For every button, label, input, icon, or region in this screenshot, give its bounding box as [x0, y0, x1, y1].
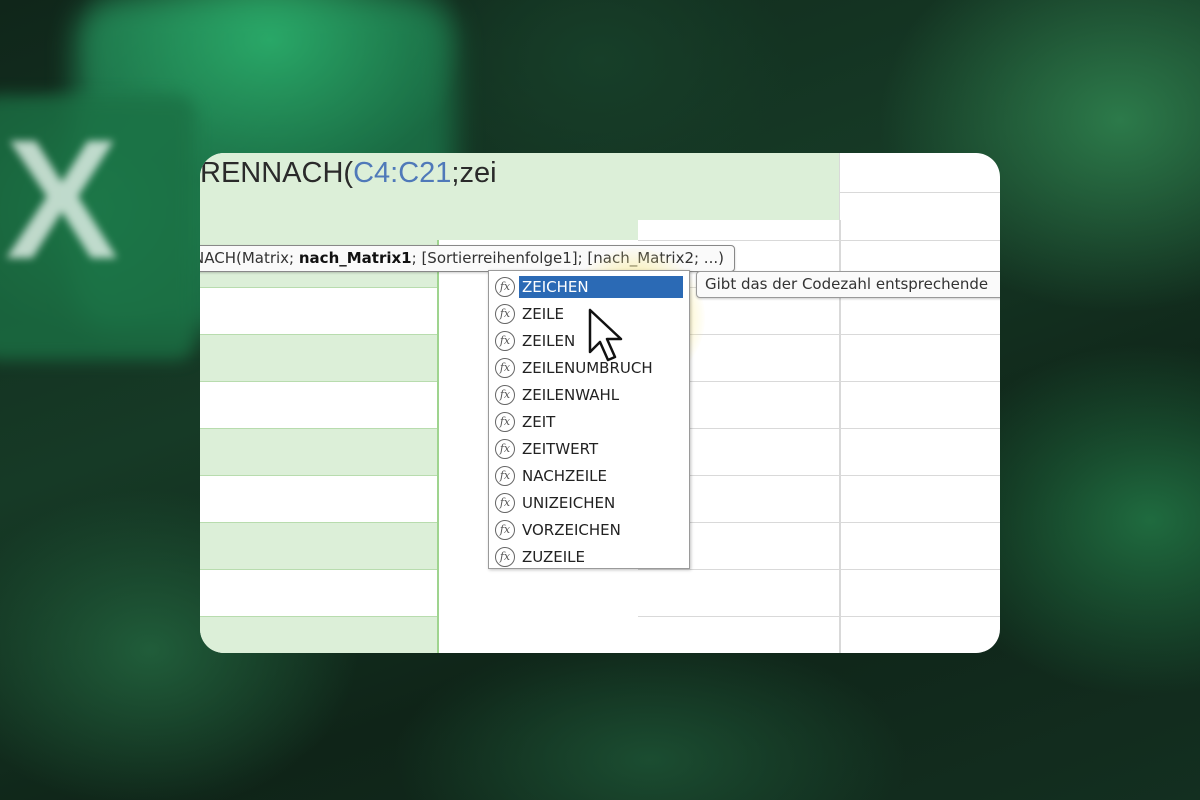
- spreadsheet-cell[interactable]: [200, 569, 437, 616]
- autocomplete-item-label: UNIZEICHEN: [522, 493, 616, 512]
- spreadsheet-cell[interactable]: [200, 428, 437, 475]
- grid-line-horizontal: [200, 287, 437, 288]
- grid-line-horizontal: [839, 192, 1000, 193]
- grid-line-horizontal: [200, 522, 437, 523]
- mouse-cursor-icon: [588, 308, 623, 362]
- grid-line-horizontal: [200, 616, 437, 617]
- function-icon: fx: [495, 276, 515, 297]
- autocomplete-item-label: ZEILENWAHL: [522, 385, 620, 404]
- autocomplete-item-label: ZEIT: [522, 412, 556, 431]
- grid-line-horizontal: [638, 475, 1000, 476]
- spreadsheet-cell[interactable]: [200, 381, 437, 428]
- grid-line-horizontal: [638, 428, 1000, 429]
- grid-line-horizontal: [638, 569, 1000, 570]
- function-icon: fx: [495, 519, 515, 540]
- grid-line-horizontal: [200, 334, 437, 335]
- spreadsheet-cell[interactable]: [200, 334, 437, 381]
- autocomplete-item-label: VORZEICHEN: [522, 520, 621, 539]
- autocomplete-item-label: ZEILEN: [522, 331, 576, 350]
- autocomplete-item-label: ZEICHEN: [519, 275, 683, 298]
- grid-line-horizontal: [638, 381, 1000, 382]
- formula-text[interactable]: RENNACH(C4:C21;zei: [200, 153, 497, 193]
- autocomplete-item-zeit[interactable]: fx ZEIT: [489, 408, 689, 435]
- function-syntax-tooltip[interactable]: NACH(Matrix; nach_Matrix1; [Sortierreihe…: [200, 245, 735, 272]
- spreadsheet-cell[interactable]: [200, 287, 437, 334]
- function-icon: fx: [495, 384, 515, 405]
- spreadsheet-cell[interactable]: [200, 616, 437, 653]
- autocomplete-item-label: NACHZEILE: [522, 466, 607, 485]
- function-icon: fx: [495, 546, 515, 567]
- formula-prefix: RENNACH(: [200, 157, 354, 189]
- function-icon: fx: [495, 465, 515, 486]
- syntax-tooltip-text: NACH(Matrix;: [200, 249, 299, 267]
- function-icon: fx: [495, 492, 515, 513]
- spreadsheet-screenshot-card: RENNACH(C4:C21;zei NACH(Matrix; nach_Mat…: [200, 153, 1000, 653]
- function-icon: fx: [495, 411, 515, 432]
- spreadsheet-cell[interactable]: [200, 522, 437, 569]
- function-icon: fx: [495, 330, 515, 351]
- formula-cell-area-extension: [638, 153, 839, 220]
- autocomplete-item-zeilenwahl[interactable]: fx ZEILENWAHL: [489, 381, 689, 408]
- grid-line-horizontal: [638, 240, 1000, 241]
- function-icon: fx: [495, 357, 515, 378]
- syntax-tooltip-text: ; [Sortierreihenfolge1]; [nach_Matrix2; …: [411, 249, 724, 267]
- function-icon: fx: [495, 438, 515, 459]
- background-excel-logo-letter: X: [5, 105, 119, 295]
- grid-line-horizontal: [200, 428, 437, 429]
- spreadsheet-cell[interactable]: [200, 475, 437, 522]
- autocomplete-item-zeichen[interactable]: fx ZEICHEN: [489, 273, 689, 300]
- autocomplete-item-zeitwert[interactable]: fx ZEITWERT: [489, 435, 689, 462]
- autocomplete-item-vorzeichen[interactable]: fx VORZEICHEN: [489, 516, 689, 543]
- autocomplete-item-label: ZUZEILE: [522, 547, 586, 566]
- autocomplete-item-unizeichen[interactable]: fx UNIZEICHEN: [489, 489, 689, 516]
- grid-line-horizontal: [638, 334, 1000, 335]
- function-description-tooltip: Gibt das der Codezahl entsprechende: [696, 271, 1000, 298]
- grid-line-horizontal: [638, 522, 1000, 523]
- formula-suffix: ;zei: [451, 157, 497, 189]
- autocomplete-item-label: ZEITWERT: [522, 439, 599, 458]
- syntax-tooltip-current-argument: nach_Matrix1: [298, 249, 412, 267]
- grid-line-horizontal: [638, 616, 1000, 617]
- autocomplete-item-zuzeile[interactable]: fx ZUZEILE: [489, 543, 689, 570]
- formula-range-reference: C4:C21: [353, 157, 452, 189]
- function-icon: fx: [495, 303, 515, 324]
- grid-line-horizontal: [200, 475, 437, 476]
- column-border: [437, 240, 439, 653]
- autocomplete-item-label: ZEILE: [522, 304, 565, 323]
- autocomplete-item-nachzeile[interactable]: fx NACHZEILE: [489, 462, 689, 489]
- grid-line-horizontal: [200, 569, 437, 570]
- grid-line-horizontal: [200, 381, 437, 382]
